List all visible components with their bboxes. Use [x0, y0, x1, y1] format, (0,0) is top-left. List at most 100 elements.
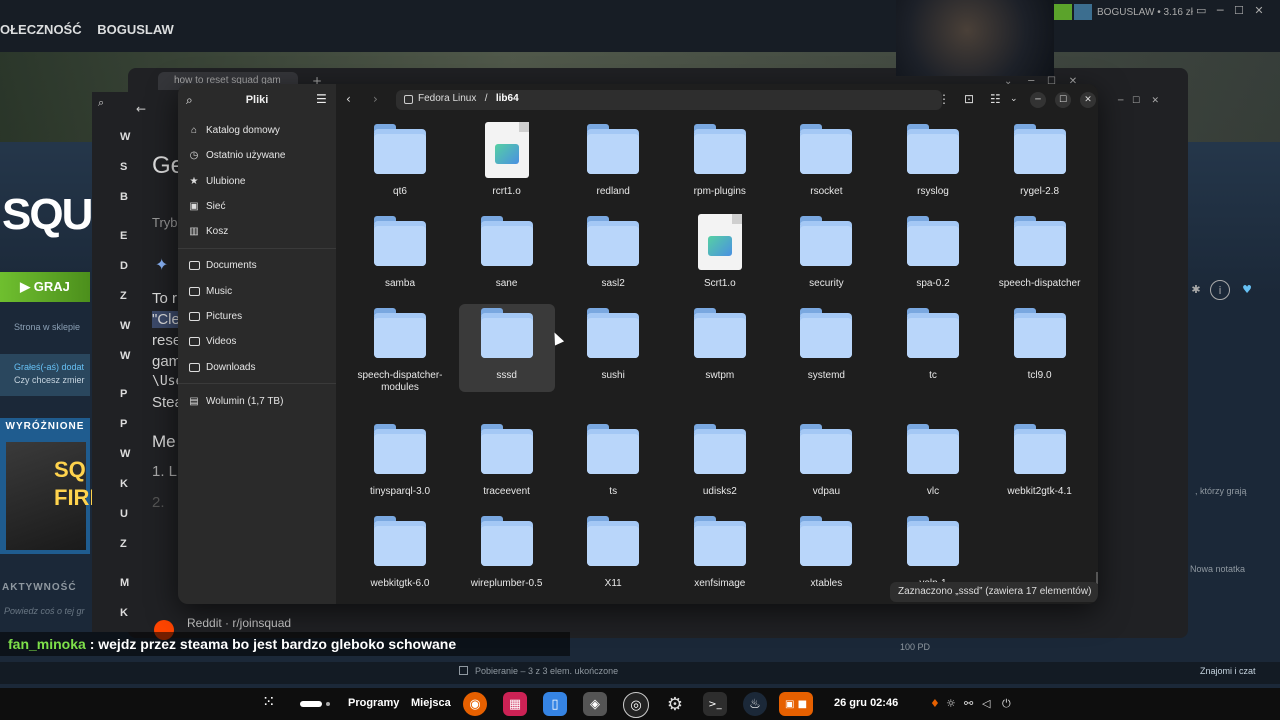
sidebar-item-downloads[interactable]: Downloads	[188, 356, 326, 378]
folder-item[interactable]: tinysparql-3.0	[352, 420, 448, 508]
browser-side-item[interactable]: W	[120, 320, 130, 332]
sidebar-item-videos[interactable]: Videos	[188, 330, 326, 352]
browser-side-item[interactable]: W	[120, 131, 130, 143]
sidebar-item-network[interactable]: ▣ Sieć	[188, 195, 326, 217]
folder-item[interactable]: vlc	[885, 420, 981, 508]
workspace-indicator[interactable]	[300, 701, 322, 707]
power-icon[interactable]: ⏻	[1002, 697, 1011, 711]
sidebar-item-recent[interactable]: ◷ Ostatnio używane	[188, 144, 326, 166]
volume-icon[interactable]: ◁	[982, 697, 990, 710]
browser-side-item[interactable]: S	[120, 161, 127, 173]
calendar-icon[interactable]: ▦	[503, 692, 527, 716]
more-options-icon[interactable]: ⋮	[938, 92, 950, 106]
settings-icon[interactable]: ✱	[1187, 280, 1205, 298]
maximize-button[interactable]: ☐	[1055, 92, 1071, 108]
folder-item[interactable]: udisks2	[672, 420, 768, 508]
folder-item[interactable]: webkit2gtk-4.1	[992, 420, 1088, 508]
recording-indicator[interactable]: ▣ ■	[779, 692, 813, 716]
folder-item[interactable]: security	[778, 212, 874, 300]
folder-item[interactable]: sane	[459, 212, 555, 300]
file-item[interactable]: Scrt1.o	[672, 212, 768, 300]
favorite-heart-icon[interactable]: ♥	[1238, 280, 1256, 298]
app-grid-icon[interactable]: ⁙	[262, 694, 275, 710]
forward-icon[interactable]: ›	[373, 92, 378, 106]
browser-side-item[interactable]: Z	[120, 290, 127, 302]
folder-item[interactable]: xenfsimage	[672, 512, 768, 600]
nav-community[interactable]: OŁECZNOŚĆ	[0, 22, 82, 37]
folder-item[interactable]: rygel-2.8	[992, 120, 1088, 208]
sidebar-item-documents[interactable]: Documents	[188, 254, 326, 276]
browser-side-item[interactable]: E	[120, 230, 127, 242]
browser-side-item[interactable]: M	[120, 577, 129, 589]
sidebar-item-pictures[interactable]: Pictures	[188, 305, 326, 327]
steam-user-avatar-2[interactable]	[1074, 4, 1092, 20]
sidebar-item-starred[interactable]: ★ Ulubione	[188, 170, 326, 192]
steam-icon[interactable]: ♨	[743, 692, 767, 716]
browser-side-item[interactable]: U	[120, 508, 128, 520]
back-icon[interactable]: ‹	[346, 92, 351, 106]
browser-side-item[interactable]: B	[120, 191, 128, 203]
folder-item[interactable]: sssd	[458, 304, 555, 392]
store-page-link[interactable]: Strona w sklepie	[14, 322, 80, 332]
file-item[interactable]: rcrt1.o	[459, 120, 555, 208]
close-button[interactable]: ✕	[1080, 92, 1096, 108]
browser-side-item[interactable]: Z	[120, 538, 127, 550]
steam-window-buttons[interactable]: ▭ ─ ☐ ✕	[1196, 4, 1264, 17]
browser-side-item[interactable]: W	[120, 448, 130, 460]
info-icon[interactable]: i	[1210, 280, 1230, 300]
friends-chat-button[interactable]: Znajomi i czat	[1200, 666, 1256, 676]
menu-icon[interactable]: ☰	[316, 92, 327, 106]
software-store-icon[interactable]: ◈	[583, 692, 607, 716]
folder-item[interactable]: traceevent	[459, 420, 555, 508]
folder-item[interactable]: rpm-plugins	[672, 120, 768, 208]
steam-user-avatar[interactable]	[1054, 4, 1072, 20]
folder-item[interactable]: speech-dispatcher-modules	[352, 304, 448, 393]
brightness-icon[interactable]: ☼	[946, 697, 956, 710]
browser-side-item[interactable]: K	[120, 607, 128, 619]
back-icon[interactable]: ←	[136, 102, 146, 116]
breadcrumb-current[interactable]: lib64	[496, 93, 519, 104]
browser-search-icon[interactable]: ⌕	[98, 96, 104, 110]
folder-item[interactable]: speech-dispatcher	[992, 212, 1088, 300]
network-icon[interactable]: ⚯	[964, 697, 973, 710]
folder-item[interactable]: vdpau	[778, 420, 874, 508]
reddit-source[interactable]: Reddit · r/joinsquad	[187, 616, 291, 630]
nav-user[interactable]: BOGUSLAW	[97, 22, 174, 37]
folder-item[interactable]: wireplumber-0.5	[459, 512, 555, 600]
view-list-icon[interactable]: ☷	[990, 92, 1001, 106]
activity-input[interactable]: Powiedz coś o tej gr	[4, 606, 85, 616]
folder-item[interactable]: ts	[565, 420, 661, 508]
folder-item[interactable]: rsocket	[778, 120, 874, 208]
folder-item[interactable]: rsyslog	[885, 120, 981, 208]
sidebar-item-home[interactable]: ⌂ Katalog domowy	[188, 119, 326, 141]
folder-item[interactable]: X11	[565, 512, 661, 600]
browser-side-item[interactable]: D	[120, 260, 128, 272]
files-icon[interactable]: ▯	[543, 692, 567, 716]
browser-side-item[interactable]: P	[120, 418, 127, 430]
settings-gear-icon[interactable]: ⚙	[663, 692, 687, 716]
folder-item[interactable]: samba	[352, 212, 448, 300]
folder-item[interactable]: spa-0.2	[885, 212, 981, 300]
folder-item[interactable]: xtables	[778, 512, 874, 600]
play-button[interactable]: ▶ GRAJ	[0, 272, 90, 302]
sidebar-item-volume[interactable]: ▤ Wolumin (1,7 TB)	[188, 390, 326, 412]
folder-item[interactable]: qt6	[352, 120, 448, 208]
folder-item[interactable]: tc	[885, 304, 981, 392]
behind-window-buttons[interactable]: ─ ☐ ✕	[1118, 96, 1182, 116]
minimize-button[interactable]: ─	[1030, 92, 1046, 108]
dlc-notice[interactable]: Grałeś(-aś) dodat Czy chcesz zmier	[0, 354, 90, 396]
chevron-down-icon[interactable]: ⌄	[1010, 94, 1018, 104]
new-note-link[interactable]: Nowa notatka	[1190, 564, 1245, 574]
microphone-icon[interactable]: ♦	[930, 697, 940, 710]
browser-side-item[interactable]: W	[120, 350, 130, 362]
folder-item[interactable]: sushi	[565, 304, 661, 392]
places-menu[interactable]: Miejsca	[411, 697, 451, 709]
sidebar-item-trash[interactable]: ▥ Kosz	[188, 220, 326, 242]
firefox-icon[interactable]: ◉	[463, 692, 487, 716]
featured-art[interactable]: SQ FIRE	[6, 442, 104, 550]
sidebar-item-music[interactable]: Music	[188, 280, 326, 302]
folder-item[interactable]: swtpm	[672, 304, 768, 392]
terminal-icon[interactable]: >_	[703, 692, 727, 716]
folder-item[interactable]: webkitgtk-6.0	[352, 512, 448, 600]
folder-item[interactable]: sasl2	[565, 212, 661, 300]
